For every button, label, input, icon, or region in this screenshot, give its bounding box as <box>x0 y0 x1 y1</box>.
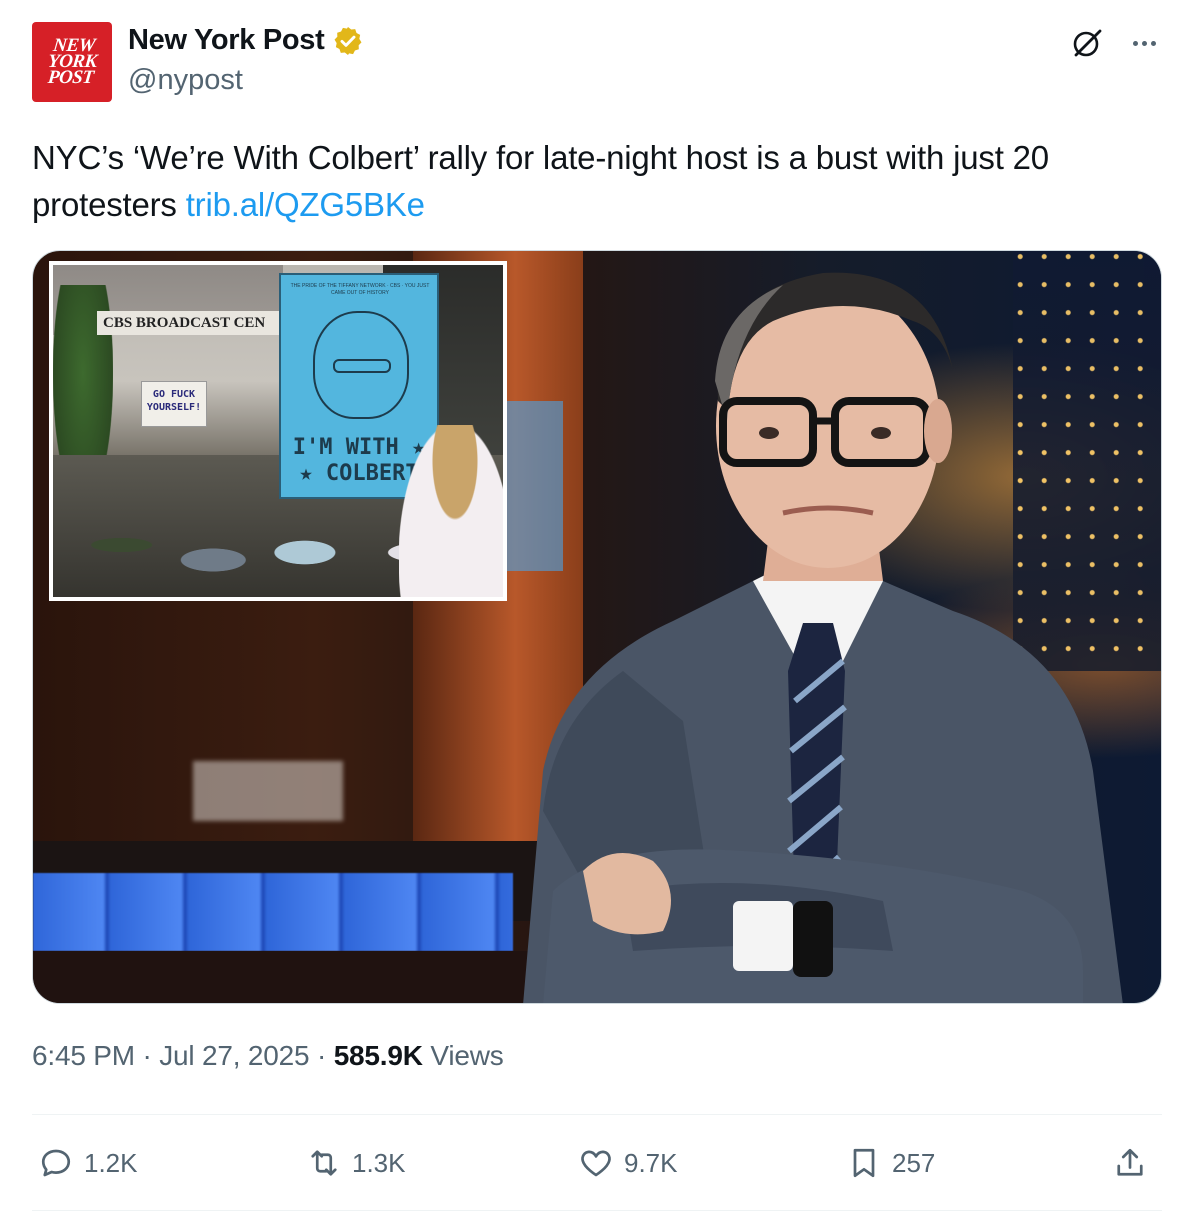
views-label: Views <box>430 1040 504 1071</box>
more-dot <box>1141 40 1147 46</box>
repost-button[interactable]: 1.3K <box>306 1142 406 1184</box>
more-options-icon[interactable] <box>1126 26 1162 60</box>
reply-count: 1.2K <box>84 1147 138 1178</box>
reply-button[interactable]: 1.2K <box>38 1142 138 1184</box>
protest-sign-header: THE PRIDE OF THE TIFFANY NETWORK · CBS ·… <box>290 283 430 296</box>
grok-icon[interactable] <box>1070 26 1104 60</box>
account-avatar[interactable]: NEW YORK POST <box>32 22 112 102</box>
display-name[interactable]: New York Post <box>128 24 325 57</box>
repost-count: 1.3K <box>352 1147 406 1178</box>
divider <box>32 1210 1162 1211</box>
tweet-link[interactable]: trib.al/QZG5BKe <box>186 186 425 223</box>
tweet-meta: 6:45 PM · Jul 27, 2025 · 585.9K Views <box>32 1040 504 1072</box>
tweet-text: NYC’s ‘We’re With Colbert’ rally for lat… <box>32 134 1162 228</box>
studio-blue-light-strip <box>33 873 513 951</box>
bookmark-button[interactable]: 257 <box>846 1142 935 1184</box>
nypost-logo: NEW YORK POST <box>46 35 98 88</box>
more-dot <box>1132 40 1138 46</box>
protest-sign-small: GO FUCK YOURSELF! <box>141 381 207 427</box>
repost-icon <box>311 1150 337 1176</box>
like-button[interactable]: 9.7K <box>578 1142 678 1184</box>
share-button[interactable] <box>1112 1142 1148 1184</box>
desk-papers <box>193 761 343 821</box>
like-count: 9.7K <box>624 1147 678 1178</box>
gold-verified-icon[interactable] <box>332 25 364 57</box>
studio-desk <box>33 951 553 1003</box>
tweet-time[interactable]: 6:45 PM <box>32 1040 135 1071</box>
divider <box>32 1114 1162 1115</box>
bookmark-icon <box>853 1148 875 1178</box>
heart-icon <box>581 1150 611 1177</box>
tweet-date[interactable]: Jul 27, 2025 <box>159 1040 309 1071</box>
account-name-row: New York Post <box>128 24 364 57</box>
inset-protester <box>399 425 503 597</box>
account-handle[interactable]: @nypost <box>128 64 243 97</box>
sign-glasses-drawing <box>333 359 391 373</box>
inset-protest-photo: CBS BROADCAST CEN GO FUCK YOURSELF! THE … <box>49 261 507 601</box>
bookmark-count: 257 <box>892 1147 936 1178</box>
share-icon <box>1117 1148 1143 1176</box>
more-dot <box>1150 40 1156 46</box>
host-figure <box>523 272 1123 1003</box>
tweet-body: NYC’s ‘We’re With Colbert’ rally for lat… <box>32 139 1049 223</box>
cbs-broadcast-sign: CBS BROADCAST CEN <box>97 311 297 335</box>
tweet-card: NEW YORK POST New York Post @nypost NYC’… <box>0 0 1198 1214</box>
meta-separator: · <box>316 1040 327 1071</box>
meta-separator: · <box>142 1040 152 1071</box>
reply-icon <box>41 1149 71 1177</box>
views-count: 585.9K <box>333 1040 423 1071</box>
tweet-media-image[interactable]: CBS BROADCAST CEN GO FUCK YOURSELF! THE … <box>32 250 1162 1004</box>
